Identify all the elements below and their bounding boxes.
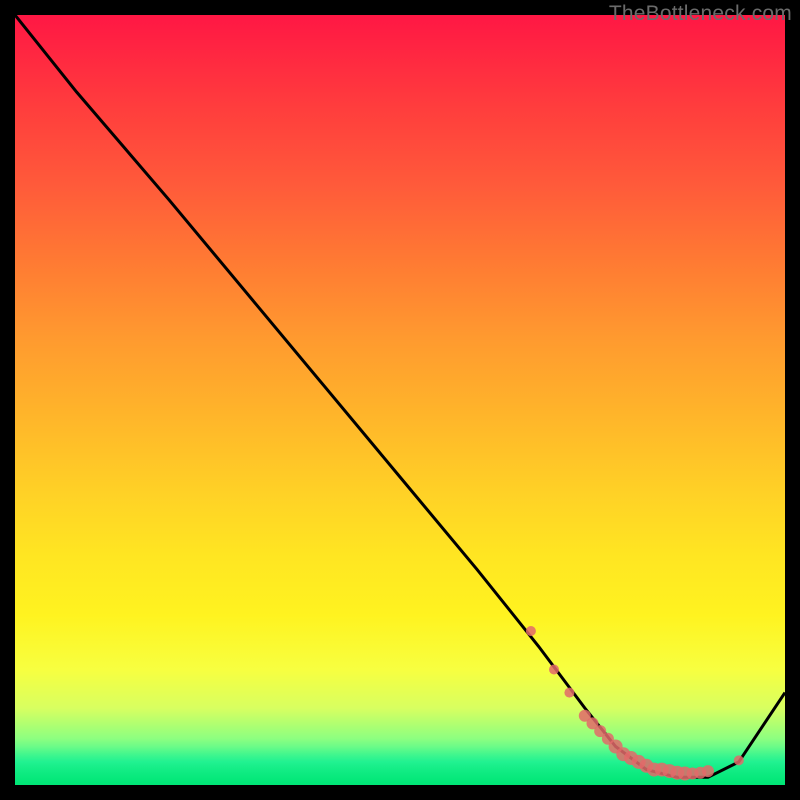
confidence-dots bbox=[526, 626, 744, 781]
chart-stage: TheBottleneck.com bbox=[0, 0, 800, 800]
marker-dot bbox=[702, 765, 714, 777]
marker-dot bbox=[549, 665, 559, 675]
marker-dot bbox=[564, 688, 574, 698]
curve-path bbox=[15, 15, 785, 777]
marker-dot bbox=[526, 626, 536, 636]
marker-dot bbox=[734, 755, 744, 765]
attribution-text: TheBottleneck.com bbox=[609, 2, 792, 26]
plot-area bbox=[15, 15, 785, 785]
bottleneck-curve bbox=[15, 15, 785, 777]
curve-layer bbox=[15, 15, 785, 785]
